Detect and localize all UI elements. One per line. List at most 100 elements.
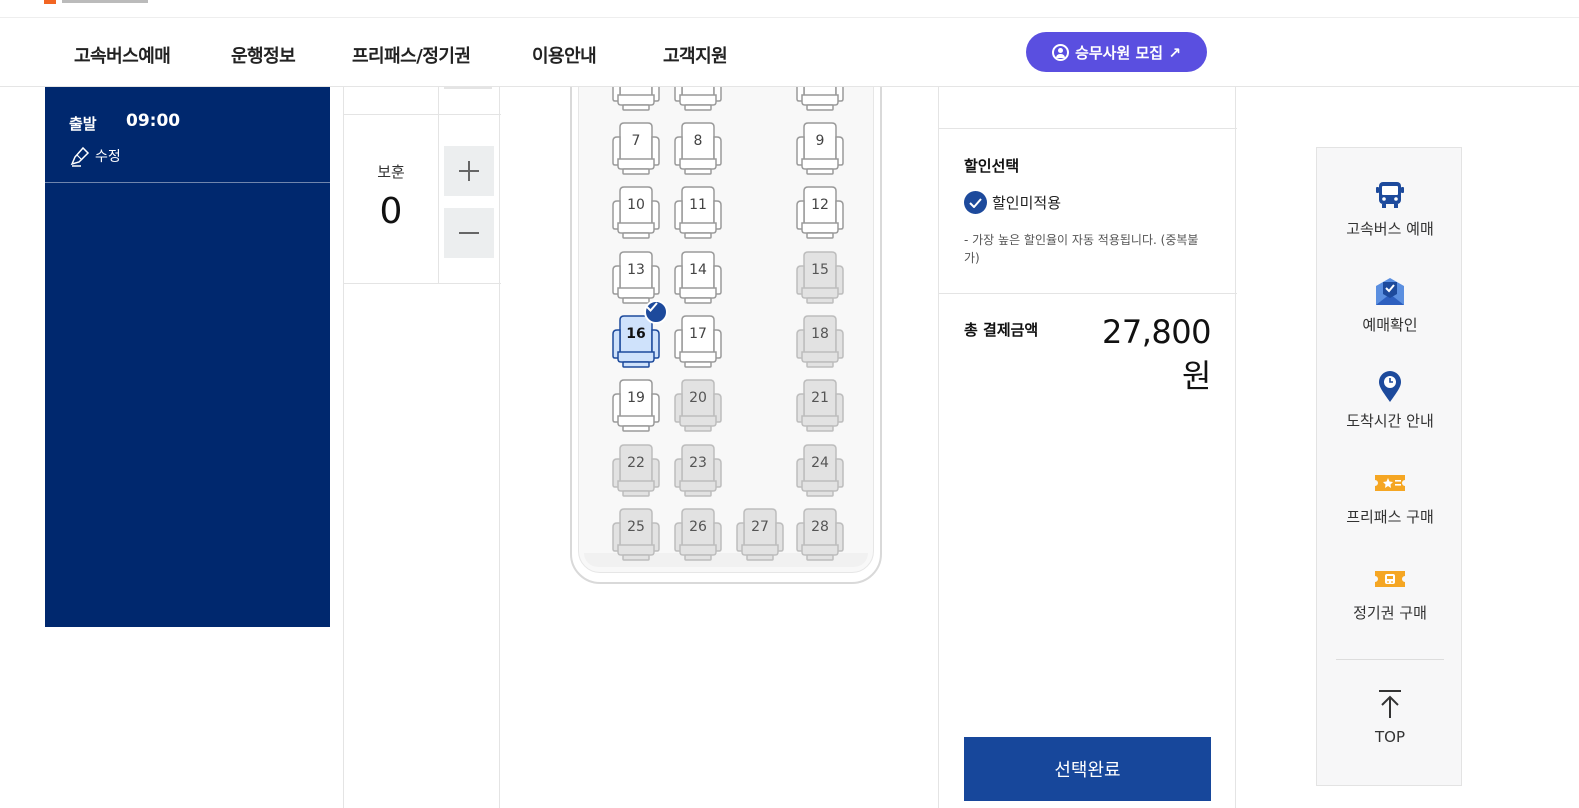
row-divider — [344, 114, 501, 115]
nav-item-support[interactable]: 고객지원 — [663, 42, 728, 68]
check-icon — [644, 300, 668, 324]
seat-8[interactable]: 8 — [673, 121, 723, 175]
seat-24: 24 — [795, 443, 845, 497]
seat-number: 15 — [811, 262, 829, 278]
season-ticket-icon — [1375, 571, 1405, 587]
seat-17[interactable]: 17 — [673, 314, 723, 368]
radio-checked-icon — [964, 191, 987, 214]
arrow-up-icon — [1379, 690, 1401, 718]
edit-button[interactable]: 수정 — [69, 145, 121, 167]
decrease-button[interactable] — [444, 208, 494, 258]
passenger-count: 0 — [379, 191, 403, 232]
quick-item-freepass[interactable]: 프리패스 구매 — [1317, 466, 1463, 527]
seat-number: 26 — [689, 519, 707, 535]
seat-number: 20 — [689, 390, 707, 406]
recruit-label: 승무사원 모집 ↗ — [1075, 43, 1181, 62]
seat-number: 17 — [689, 326, 707, 342]
quick-item-season-ticket[interactable]: 정기권 구매 — [1317, 562, 1463, 623]
seat-19[interactable]: 19 — [611, 378, 661, 432]
plus-icon — [459, 161, 479, 181]
logo-fragment — [44, 0, 56, 4]
discount-title: 할인선택 — [964, 157, 1020, 175]
seat-12[interactable]: 12 — [795, 185, 845, 239]
seat-number: 18 — [811, 326, 829, 342]
seat-map: 7 8 9 10 11 12 13 14 15 16 17 18 19 20 21 22 23 24 25 26 27 2… — [570, 47, 882, 587]
seat-23: 23 — [673, 443, 723, 497]
seat-11[interactable]: 11 — [673, 185, 723, 239]
seat-9[interactable]: 9 — [795, 121, 845, 175]
seat-number: 19 — [627, 390, 645, 406]
global-nav: 고속버스예매 운행정보 프리패스/정기권 이용안내 고객지원 승무사원 모집 ↗ — [0, 18, 1579, 87]
row-divider — [939, 293, 1237, 294]
seat-14[interactable]: 14 — [673, 250, 723, 304]
quick-item-bus-booking[interactable]: 고속버스 예매 — [1317, 178, 1463, 239]
total-label: 총 결제금액 — [964, 321, 1039, 339]
discount-note: - 가장 높은 할인율이 자동 적용됩니다. (중복불가) — [964, 233, 1199, 265]
journey-panel: 출발 09:00 수정 — [45, 87, 330, 627]
seat-7[interactable]: 7 — [611, 121, 661, 175]
quick-item-arrival-time[interactable]: 도착시간 안내 — [1317, 370, 1463, 431]
confirm-button[interactable]: 선택완료 — [964, 737, 1211, 801]
depart-time: 09:00 — [126, 111, 181, 131]
seat-18: 18 — [795, 314, 845, 368]
nav-item-freepass[interactable]: 프리패스/정기권 — [352, 42, 471, 68]
recruit-button[interactable]: 승무사원 모집 ↗ — [1026, 32, 1207, 72]
seat-13[interactable]: 13 — [611, 250, 661, 304]
top-label: TOP — [1374, 728, 1405, 746]
seat-number: 11 — [689, 197, 707, 213]
seat-number: 24 — [811, 455, 829, 471]
quick-item-label: 프리패스 구매 — [1346, 508, 1434, 526]
top-strip — [0, 0, 1579, 18]
person-icon — [1052, 43, 1070, 61]
bus-icon — [1376, 182, 1404, 208]
row-divider — [939, 128, 1237, 129]
pencil-icon — [70, 146, 90, 167]
location-clock-icon — [1379, 371, 1401, 402]
seat-number: 8 — [693, 133, 703, 149]
seat-15: 15 — [795, 250, 845, 304]
seat-22: 22 — [611, 443, 661, 497]
seat-25: 25 — [611, 507, 661, 561]
passenger-count-column: 보훈 0 — [343, 87, 501, 808]
discount-option-label: 할인미적용 — [992, 194, 1062, 212]
column-divider — [438, 114, 439, 283]
seat-number: 14 — [689, 262, 707, 278]
seat-number: 7 — [631, 133, 641, 149]
nav-item-operation-info[interactable]: 운행정보 — [231, 42, 296, 68]
seat-number: 23 — [689, 455, 707, 471]
quick-item-label: 고속버스 예매 — [1346, 220, 1434, 238]
seat-10[interactable]: 10 — [611, 185, 661, 239]
payment-column: 할인선택 할인미적용 - 가장 높은 할인율이 자동 적용됩니다. (중복불가)… — [938, 87, 1237, 808]
seat-number: 9 — [815, 133, 825, 149]
seat-number: 12 — [811, 197, 829, 213]
ticket-check-icon — [1376, 278, 1404, 305]
freepass-ticket-icon — [1375, 475, 1405, 491]
top-button[interactable]: TOP — [1317, 688, 1463, 746]
seat-number: 21 — [811, 390, 829, 406]
seat-number: 25 — [627, 519, 645, 535]
minus-icon — [459, 232, 479, 234]
nav-item-express-booking[interactable]: 고속버스예매 — [74, 42, 171, 68]
quick-item-booking-check[interactable]: 예매확인 — [1317, 274, 1463, 335]
seat-16[interactable]: 16 — [611, 300, 668, 368]
increase-button[interactable] — [444, 146, 494, 196]
seat-27: 27 — [735, 507, 785, 561]
row-divider — [344, 283, 501, 284]
seat-number: 28 — [811, 519, 829, 535]
column-divider — [438, 87, 439, 114]
seat-number: 13 — [627, 262, 645, 278]
seat-28: 28 — [795, 507, 845, 561]
seat-26: 26 — [673, 507, 723, 561]
seat-number: 10 — [627, 197, 645, 213]
passenger-type-label: 보훈 — [377, 163, 405, 181]
quick-item-label: 정기권 구매 — [1353, 604, 1427, 622]
discount-option[interactable]: 할인미적용 — [964, 191, 1061, 214]
quick-menu-divider — [1336, 659, 1444, 660]
nav-item-guide[interactable]: 이용안내 — [532, 42, 597, 68]
edit-label: 수정 — [95, 149, 121, 165]
seat-number: 16 — [626, 326, 646, 342]
logo-text-fragment — [62, 0, 148, 3]
seat-number: 22 — [627, 455, 645, 471]
seat-21: 21 — [795, 378, 845, 432]
quick-item-label: 예매확인 — [1362, 316, 1418, 334]
